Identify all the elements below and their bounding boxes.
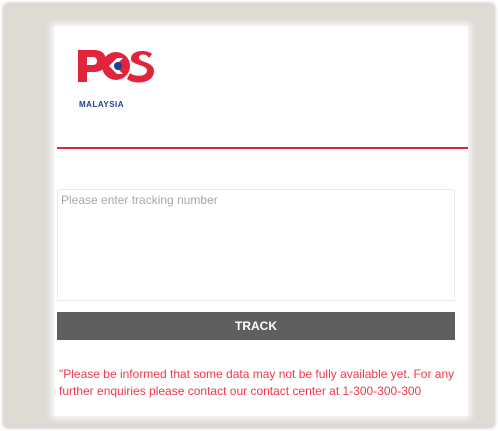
tracking-panel: MALAYSIA TRACK "Please be informed that … — [54, 26, 468, 416]
tracking-number-input[interactable] — [57, 189, 455, 301]
availability-notice: "Please be informed that some data may n… — [59, 367, 455, 398]
pos-malaysia-logo: MALAYSIA — [76, 44, 166, 109]
logo-malaysia-text: MALAYSIA — [79, 100, 125, 109]
track-button[interactable]: TRACK — [57, 312, 455, 340]
header-divider — [57, 147, 468, 149]
pos-logo-icon — [78, 50, 154, 83]
window-frame: MALAYSIA TRACK "Please be informed that … — [4, 4, 494, 427]
